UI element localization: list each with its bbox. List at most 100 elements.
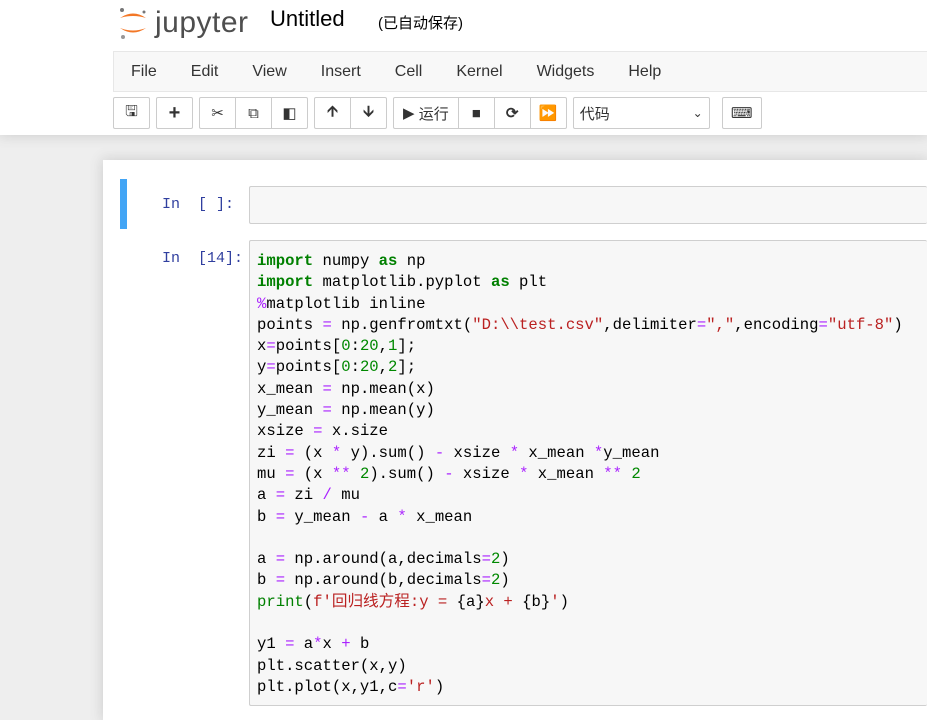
menu-insert[interactable]: Insert xyxy=(304,63,377,81)
code-token: zi xyxy=(257,443,286,462)
cell-type-value: 代码 xyxy=(579,105,610,123)
code-token: = xyxy=(397,677,407,696)
code-token: + xyxy=(341,635,351,654)
code-token: ** xyxy=(331,464,351,483)
code-token: y xyxy=(257,358,267,377)
code-token: : xyxy=(350,337,360,356)
restart-run-all-button[interactable]: ⏩ xyxy=(529,97,567,129)
code-token: ]; xyxy=(397,337,417,356)
code-token: y).sum() xyxy=(341,443,435,462)
menu-widgets[interactable]: Widgets xyxy=(520,63,611,81)
code-token: a xyxy=(294,635,314,654)
code-token: = xyxy=(322,401,332,420)
code-token: "D:\\test.csv" xyxy=(472,315,604,334)
code-token: y_mean xyxy=(603,443,660,462)
notebook-title[interactable]: Untitled xyxy=(270,6,345,32)
paste-button[interactable]: ◧ xyxy=(271,97,308,129)
code-line: y_mean = np.mean(y) xyxy=(257,400,927,421)
code-token: mu xyxy=(257,464,286,483)
cell-type-select[interactable]: 代码 ⌄ xyxy=(572,97,710,129)
interrupt-button[interactable]: ■ xyxy=(457,97,495,129)
code-token: a xyxy=(257,486,276,505)
code-token: as xyxy=(378,252,398,270)
move-down-button[interactable]: 🡫 xyxy=(350,97,387,129)
menu-cell[interactable]: Cell xyxy=(378,63,439,81)
jupyter-logo[interactable]: jupyter xyxy=(117,5,249,41)
code-line: x=points[0:20,1]; xyxy=(257,336,927,357)
code-editor[interactable]: import numpy as np import matplotlib.pypl… xyxy=(249,240,927,706)
code-token: ' xyxy=(550,592,560,611)
code-token: plt.scatter(x,y) xyxy=(257,656,407,675)
arrow-down-icon: 🡫 xyxy=(363,102,374,120)
code-line: mu = (x ** 2).sum() - xsize * x_mean ** … xyxy=(257,464,927,485)
code-token: mu xyxy=(331,486,360,505)
code-token: (x xyxy=(294,464,332,483)
code-token: import xyxy=(257,273,314,292)
command-palette-button[interactable]: ⌨ xyxy=(721,97,762,129)
code-line: import matplotlib.pyplot as plt xyxy=(257,272,927,293)
code-token: x_mean xyxy=(406,507,473,526)
code-cell[interactable]: In [14]: import numpy as np import matplo… xyxy=(120,240,927,720)
keyboard-icon: ⌨ xyxy=(730,105,753,122)
code-token: np.mean(y) xyxy=(331,401,435,420)
code-line: xsize = x.size xyxy=(257,421,927,442)
code-token: points[ xyxy=(275,337,342,356)
code-token: = xyxy=(275,507,286,526)
run-button[interactable]: ▶ 运行 xyxy=(393,97,459,129)
insert-cell-button[interactable]: + xyxy=(156,97,193,129)
code-token: / xyxy=(322,486,332,505)
code-token: import xyxy=(257,252,314,270)
menubar: File Edit View Insert Cell Kernel Widget… xyxy=(113,51,927,92)
code-token: x_mean xyxy=(528,464,604,483)
input-prompt: In [ ]: xyxy=(162,196,235,213)
input-prompt: In [14]: xyxy=(162,250,244,267)
code-line: print(f'回归线方程:y = {a}x + {b}') xyxy=(257,592,927,613)
code-token: * xyxy=(313,635,323,654)
code-token: xsize xyxy=(257,422,314,441)
move-up-button[interactable]: 🡩 xyxy=(314,97,351,129)
code-token: np.around(a,decimals xyxy=(285,550,482,569)
paste-icon: ◧ xyxy=(282,105,297,122)
code-editor[interactable] xyxy=(249,186,927,224)
menu-view[interactable]: View xyxy=(235,63,302,81)
code-token: = xyxy=(696,315,707,334)
menu-file[interactable]: File xyxy=(114,63,173,81)
menu-edit[interactable]: Edit xyxy=(174,63,235,81)
code-token: np.around(b,decimals xyxy=(285,571,482,590)
play-icon: ▶ xyxy=(403,105,419,122)
code-token: ).sum() xyxy=(369,464,445,483)
code-token: plt xyxy=(509,273,548,292)
code-token: ) xyxy=(893,315,903,334)
arrow-up-icon: 🡩 xyxy=(327,102,338,120)
menu-kernel[interactable]: Kernel xyxy=(439,63,518,81)
menu-help[interactable]: Help xyxy=(611,63,677,81)
cut-button[interactable]: ✂ xyxy=(199,97,236,129)
code-token: : xyxy=(350,358,360,377)
header: jupyter Untitled (已自动保存) File Edit View … xyxy=(0,0,927,135)
code-token: = xyxy=(322,315,332,334)
code-token: % xyxy=(257,294,267,313)
copy-button[interactable]: ⧉ xyxy=(235,97,272,129)
code-cell-selected[interactable]: In [ ]: xyxy=(120,179,927,229)
code-token: 20 xyxy=(359,358,379,377)
code-token: "utf-8" xyxy=(827,315,894,334)
code-token: x xyxy=(322,635,342,654)
code-line: %matplotlib inline xyxy=(257,294,927,315)
code-line: plt.plot(x,y1,c='r') xyxy=(257,677,927,698)
code-token: 0 xyxy=(341,337,351,356)
code-token: = xyxy=(275,550,286,569)
code-token: , xyxy=(378,358,389,377)
code-token: = xyxy=(818,315,828,334)
notebook-container: In [ ]: In [14]: import numpy as np impor… xyxy=(103,160,927,720)
code-token: ( xyxy=(303,592,314,611)
code-token: - xyxy=(359,507,370,526)
save-button[interactable]: 🖫 xyxy=(113,97,150,129)
code-token: np xyxy=(397,252,426,270)
jupyter-logo-icon xyxy=(120,8,146,39)
code-token: np.mean(x) xyxy=(331,379,435,398)
code-token: 1 xyxy=(388,337,398,356)
code-token: b xyxy=(257,571,276,590)
restart-button[interactable]: ⟳ xyxy=(493,97,531,129)
